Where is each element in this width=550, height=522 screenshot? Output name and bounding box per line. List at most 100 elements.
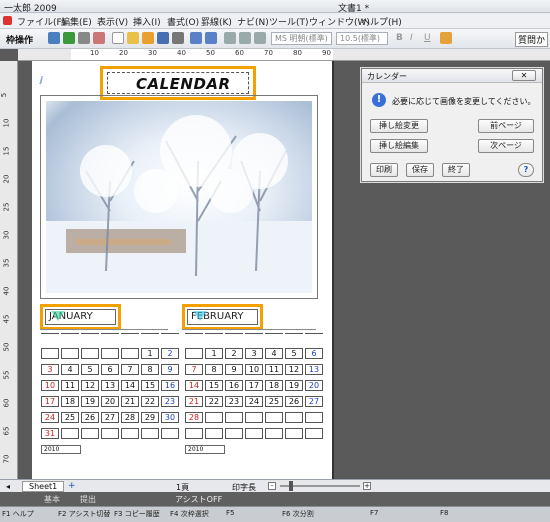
date-cell[interactable]: 15 (141, 380, 159, 391)
date-cell[interactable]: 11 (61, 380, 79, 391)
date-cell[interactable]: 15 (205, 380, 223, 391)
date-cell[interactable] (61, 428, 79, 439)
date-cell[interactable]: 26 (285, 396, 303, 407)
date-cell[interactable]: 11 (265, 364, 283, 375)
date-cell[interactable] (121, 428, 139, 439)
date-cell[interactable]: 12 (81, 380, 99, 391)
shape-icon[interactable] (93, 32, 105, 44)
date-cell[interactable] (81, 428, 99, 439)
copy-icon[interactable] (239, 32, 251, 44)
date-cell[interactable]: 24 (41, 412, 59, 423)
title-textbox[interactable]: CALENDAR (107, 72, 249, 94)
fkey-f3[interactable]: F3 コピー履歴 (114, 509, 160, 520)
date-cell[interactable] (121, 348, 139, 359)
date-cell[interactable]: 4 (265, 348, 283, 359)
date-cell[interactable]: 16 (161, 380, 179, 391)
dialog-titlebar[interactable]: カレンダー ✕ (362, 69, 542, 83)
date-cell[interactable]: 19 (81, 396, 99, 407)
date-cell[interactable]: 29 (141, 412, 159, 423)
date-cell[interactable] (205, 412, 223, 423)
open-icon[interactable] (142, 32, 154, 44)
date-cell[interactable] (305, 428, 323, 439)
fkey-f8[interactable]: F8 (440, 509, 448, 520)
date-cell[interactable] (245, 412, 263, 423)
date-cell[interactable]: 23 (225, 396, 243, 407)
date-cell[interactable]: 5 (81, 364, 99, 375)
menu-view[interactable]: 表示(V) (97, 15, 128, 28)
january-label-frame[interactable]: JANUARY (40, 304, 121, 330)
date-cell[interactable] (265, 428, 283, 439)
date-cell[interactable]: 1 (141, 348, 159, 359)
question-box[interactable]: 質問か (515, 32, 549, 47)
image-frame[interactable] (40, 95, 318, 299)
open-folder-icon[interactable] (127, 32, 139, 44)
cut-icon[interactable] (224, 32, 236, 44)
bold-icon[interactable]: B (396, 33, 403, 43)
date-cell[interactable]: 25 (61, 412, 79, 423)
date-cell[interactable]: 1 (205, 348, 223, 359)
date-cell[interactable]: 14 (121, 380, 139, 391)
print-icon[interactable] (172, 32, 184, 44)
date-cell[interactable]: 7 (121, 364, 139, 375)
frame-operation-label[interactable]: 枠操作 (6, 33, 33, 46)
fkey-f7[interactable]: F7 (370, 509, 378, 520)
print-button[interactable]: 印刷 (370, 163, 398, 177)
app-menu-icon[interactable] (3, 16, 12, 25)
exit-button[interactable]: 終了 (442, 163, 470, 177)
date-cell[interactable] (141, 428, 159, 439)
save-icon[interactable] (157, 32, 169, 44)
date-cell[interactable]: 13 (101, 380, 119, 391)
date-cell[interactable]: 2 (225, 348, 243, 359)
date-cell[interactable] (305, 412, 323, 423)
menu-rule[interactable]: 罫線(K) (201, 15, 232, 28)
date-cell[interactable]: 23 (161, 396, 179, 407)
date-cell[interactable]: 21 (121, 396, 139, 407)
date-cell[interactable]: 9 (161, 364, 179, 375)
zoom-in-icon[interactable]: + (363, 482, 371, 490)
date-cell[interactable] (285, 428, 303, 439)
assist-status[interactable]: アシストOFF (175, 494, 222, 505)
date-cell[interactable]: 17 (41, 396, 59, 407)
date-cell[interactable]: 3 (41, 364, 59, 375)
fkey-f4[interactable]: F4 次枠選択 (170, 509, 209, 520)
date-cell[interactable] (185, 348, 203, 359)
date-cell[interactable]: 27 (101, 412, 119, 423)
date-cell[interactable]: 22 (141, 396, 159, 407)
date-cell[interactable]: 28 (185, 412, 203, 423)
date-cell[interactable]: 10 (41, 380, 59, 391)
date-cell[interactable] (225, 428, 243, 439)
date-cell[interactable] (205, 428, 223, 439)
date-cell[interactable] (245, 428, 263, 439)
date-cell[interactable] (61, 348, 79, 359)
menu-navi[interactable]: ナビ(N) (237, 15, 269, 28)
date-cell[interactable] (101, 348, 119, 359)
february-label-frame[interactable]: FEBRUARY (182, 304, 263, 330)
date-cell[interactable]: 5 (285, 348, 303, 359)
date-cell[interactable]: 13 (305, 364, 323, 375)
date-cell[interactable]: 31 (41, 428, 59, 439)
highlight-icon[interactable] (440, 32, 452, 44)
fkey-f5[interactable]: F5 (226, 509, 234, 520)
date-cell[interactable]: 10 (245, 364, 263, 375)
date-cell[interactable]: 7 (185, 364, 203, 375)
date-cell[interactable] (285, 412, 303, 423)
date-cell[interactable] (265, 412, 283, 423)
date-cell[interactable]: 24 (245, 396, 263, 407)
date-cell[interactable] (225, 412, 243, 423)
date-cell[interactable] (81, 348, 99, 359)
menu-help[interactable]: ヘルプ(H) (361, 15, 402, 28)
date-cell[interactable]: 8 (141, 364, 159, 375)
menu-insert[interactable]: 挿入(I) (133, 15, 161, 28)
edit-image-button[interactable]: 挿し絵編集 (370, 139, 428, 153)
date-cell[interactable]: 18 (265, 380, 283, 391)
underline-icon[interactable]: U (424, 33, 431, 43)
basic-mode-label[interactable]: 基本 (44, 494, 60, 505)
zoom-out-icon[interactable]: - (268, 482, 276, 490)
new-document-icon[interactable] (112, 32, 124, 44)
date-cell[interactable]: 12 (285, 364, 303, 375)
close-icon[interactable]: ✕ (512, 70, 536, 81)
date-cell[interactable]: 4 (61, 364, 79, 375)
date-cell[interactable] (101, 428, 119, 439)
undo-icon[interactable] (190, 32, 202, 44)
save-button[interactable]: 保存 (406, 163, 434, 177)
